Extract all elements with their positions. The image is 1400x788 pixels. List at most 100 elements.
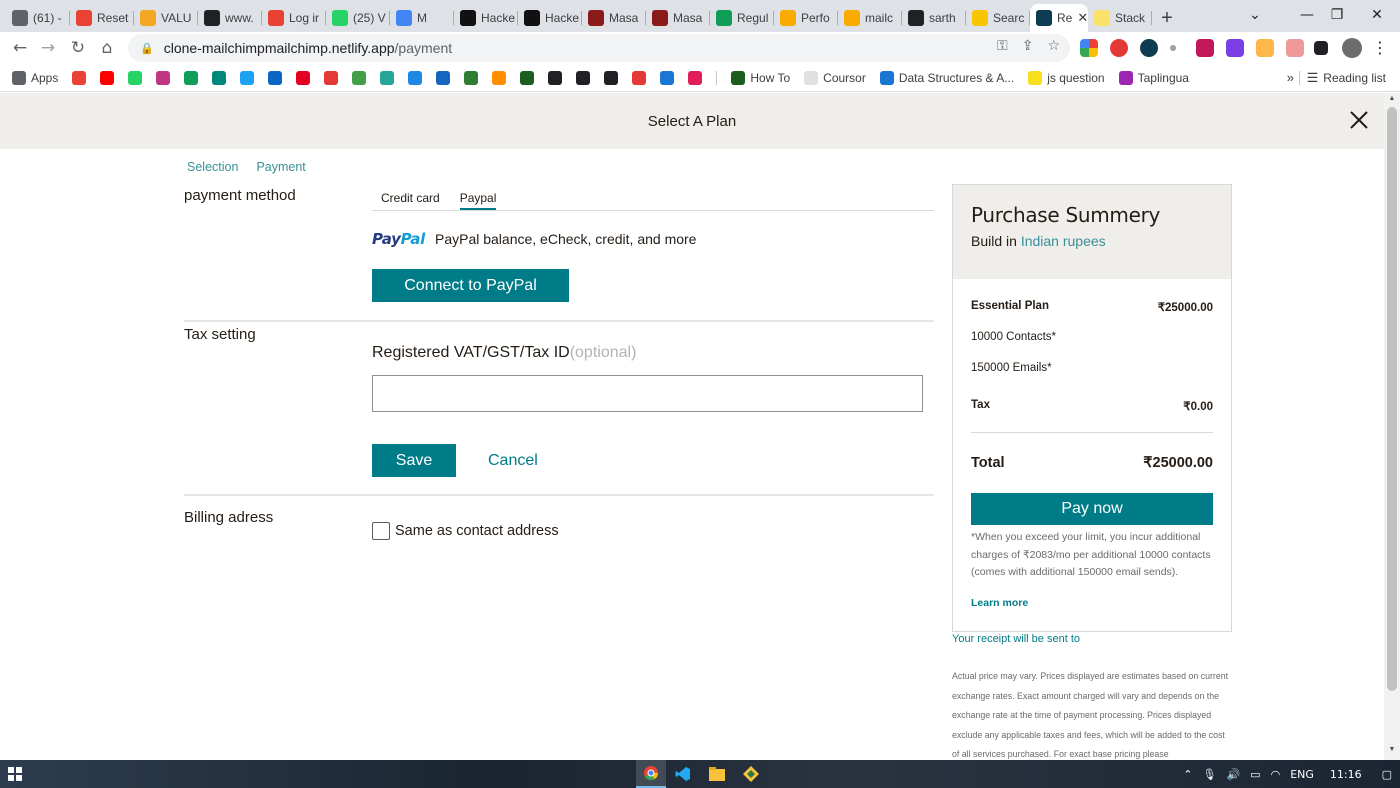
browser-tab[interactable]: Reset [70,4,134,32]
battery-icon[interactable]: ▭ [1250,768,1260,781]
bookmark-item[interactable] [380,70,395,85]
bookmark-item[interactable] [100,70,115,85]
close-window-icon[interactable]: ✕ [1354,0,1400,30]
bookmark-item[interactable] [212,70,227,85]
browser-tab[interactable]: VALU [134,4,198,32]
browser-tab[interactable]: Perfo [774,4,838,32]
note-extension-icon[interactable] [1286,39,1304,57]
file-explorer-taskbar-icon[interactable] [702,760,732,788]
browser-tab[interactable]: sarth [902,4,966,32]
close-icon[interactable] [1348,109,1370,131]
scroll-down-icon[interactable]: ▼ [1384,746,1400,758]
breadcrumb-payment[interactable]: Payment [256,160,305,174]
back-icon[interactable]: ← [6,34,34,62]
bookmark-item[interactable] [576,70,591,85]
bookmark-star-icon[interactable]: ☆ [1047,38,1060,54]
browser-tab[interactable]: www. [198,4,262,32]
learn-more-link[interactable]: Learn more [971,597,1028,609]
bookmark-item[interactable] [184,70,199,85]
cancel-button[interactable]: Cancel [488,452,538,470]
same-as-contact-checkbox[interactable] [372,522,390,540]
bookmark-item[interactable] [436,70,451,85]
tab-search-icon[interactable]: ⌄ [1232,0,1278,30]
bookmark-item[interactable] [604,70,619,85]
browser-tab[interactable]: Searc [966,4,1030,32]
pokeball-extension-icon[interactable] [1110,39,1128,57]
tax-id-input[interactable] [372,375,923,412]
extension-dots-icon[interactable] [1170,45,1176,51]
share-icon[interactable]: ⇪ [1022,38,1034,54]
browser-tab[interactable]: Regul [710,4,774,32]
extensions-puzzle-icon[interactable] [1314,41,1328,55]
scroll-up-icon[interactable]: ▲ [1384,95,1400,107]
microphone-icon[interactable]: 🎙 [1203,768,1217,781]
play-extension-icon[interactable] [1196,39,1214,57]
profile-avatar[interactable] [1342,38,1362,58]
breadcrumb-selection[interactable]: Selection [187,160,238,174]
new-tab-button[interactable]: + [1152,4,1182,32]
connect-paypal-button[interactable]: Connect to PayPal [372,269,569,302]
bookmark-item[interactable] [352,70,367,85]
chrome-taskbar-icon[interactable] [636,760,666,788]
language-indicator[interactable]: ENG [1290,768,1314,781]
notifications-icon[interactable]: ▢ [1382,768,1392,781]
react-devtools-icon[interactable] [1140,39,1158,57]
bookmark-item[interactable] [72,70,87,85]
clock[interactable]: 11:16 [1330,768,1362,781]
bookmark-item[interactable] [156,70,171,85]
forward-icon[interactable]: → [34,34,62,62]
bookmark-item[interactable] [632,70,647,85]
bookmark-item[interactable] [128,70,143,85]
tab-credit-card[interactable]: Credit card [381,191,440,210]
bookmark-item[interactable] [324,70,339,85]
browser-tab[interactable]: Masa [582,4,646,32]
bookmark-item[interactable] [548,70,563,85]
bookmark-item[interactable] [464,70,479,85]
bookmark-item[interactable]: Coursor [804,70,866,85]
vscode-taskbar-icon[interactable] [668,760,698,788]
key-icon[interactable]: ⚿ [997,38,1008,54]
browser-tab[interactable]: Masa [646,4,710,32]
browser-tab[interactable]: Stack [1088,4,1152,32]
reading-list-button[interactable]: ☰ Reading list [1307,70,1386,86]
bookmark-item[interactable] [268,70,283,85]
bookmark-item[interactable]: Data Structures & A... [879,70,1014,85]
wifi-icon[interactable]: ◠ [1271,768,1281,781]
home-icon[interactable]: ⌂ [93,34,121,62]
browser-tab[interactable]: Log ir [262,4,326,32]
bookmark-item[interactable] [240,70,255,85]
app-taskbar-icon[interactable] [736,760,766,788]
bookmark-item[interactable] [660,70,675,85]
windows-start-icon[interactable] [8,767,22,781]
browser-tab[interactable]: M [390,4,454,32]
bookmarks-overflow-icon[interactable]: » [1287,70,1294,85]
save-button[interactable]: Save [372,444,456,477]
browser-tab[interactable]: (25) V [326,4,390,32]
bookmark-item[interactable]: Taplingua [1118,70,1189,85]
tab-paypal[interactable]: Paypal [459,191,497,210]
browser-tab[interactable]: Hacke [518,4,582,32]
bookmark-item[interactable] [492,70,507,85]
bookmark-item[interactable]: How To [731,70,790,85]
color-picker-extension-icon[interactable] [1080,39,1098,57]
reload-icon[interactable]: ↻ [64,34,92,62]
pencil-extension-icon[interactable] [1256,39,1274,57]
page-scrollbar[interactable]: ▲ ▼ [1384,93,1400,760]
scrollbar-thumb[interactable] [1387,107,1397,691]
bookmark-item[interactable]: js question [1028,70,1105,85]
pay-now-button[interactable]: Pay now [971,493,1213,525]
browser-tab[interactable]: (61) - [6,4,70,32]
same-as-contact-label[interactable]: Same as contact address [395,523,559,539]
browser-tab[interactable]: mailc [838,4,902,32]
browser-tab[interactable]: Hacke [454,4,518,32]
browser-menu-icon[interactable]: ⋮ [1366,32,1394,62]
v-extension-icon[interactable] [1226,39,1244,57]
bookmark-item[interactable] [296,70,311,85]
volume-icon[interactable]: 🔊 [1226,768,1240,781]
show-hidden-icons-icon[interactable]: ⌃ [1183,768,1192,781]
currency-link[interactable]: Indian rupees [1021,233,1106,249]
tab-close-icon[interactable]: ✕ [1077,10,1088,26]
bookmark-item[interactable] [520,70,535,85]
bookmark-item[interactable] [408,70,423,85]
browser-tab[interactable]: Re ✕ [1030,4,1088,32]
